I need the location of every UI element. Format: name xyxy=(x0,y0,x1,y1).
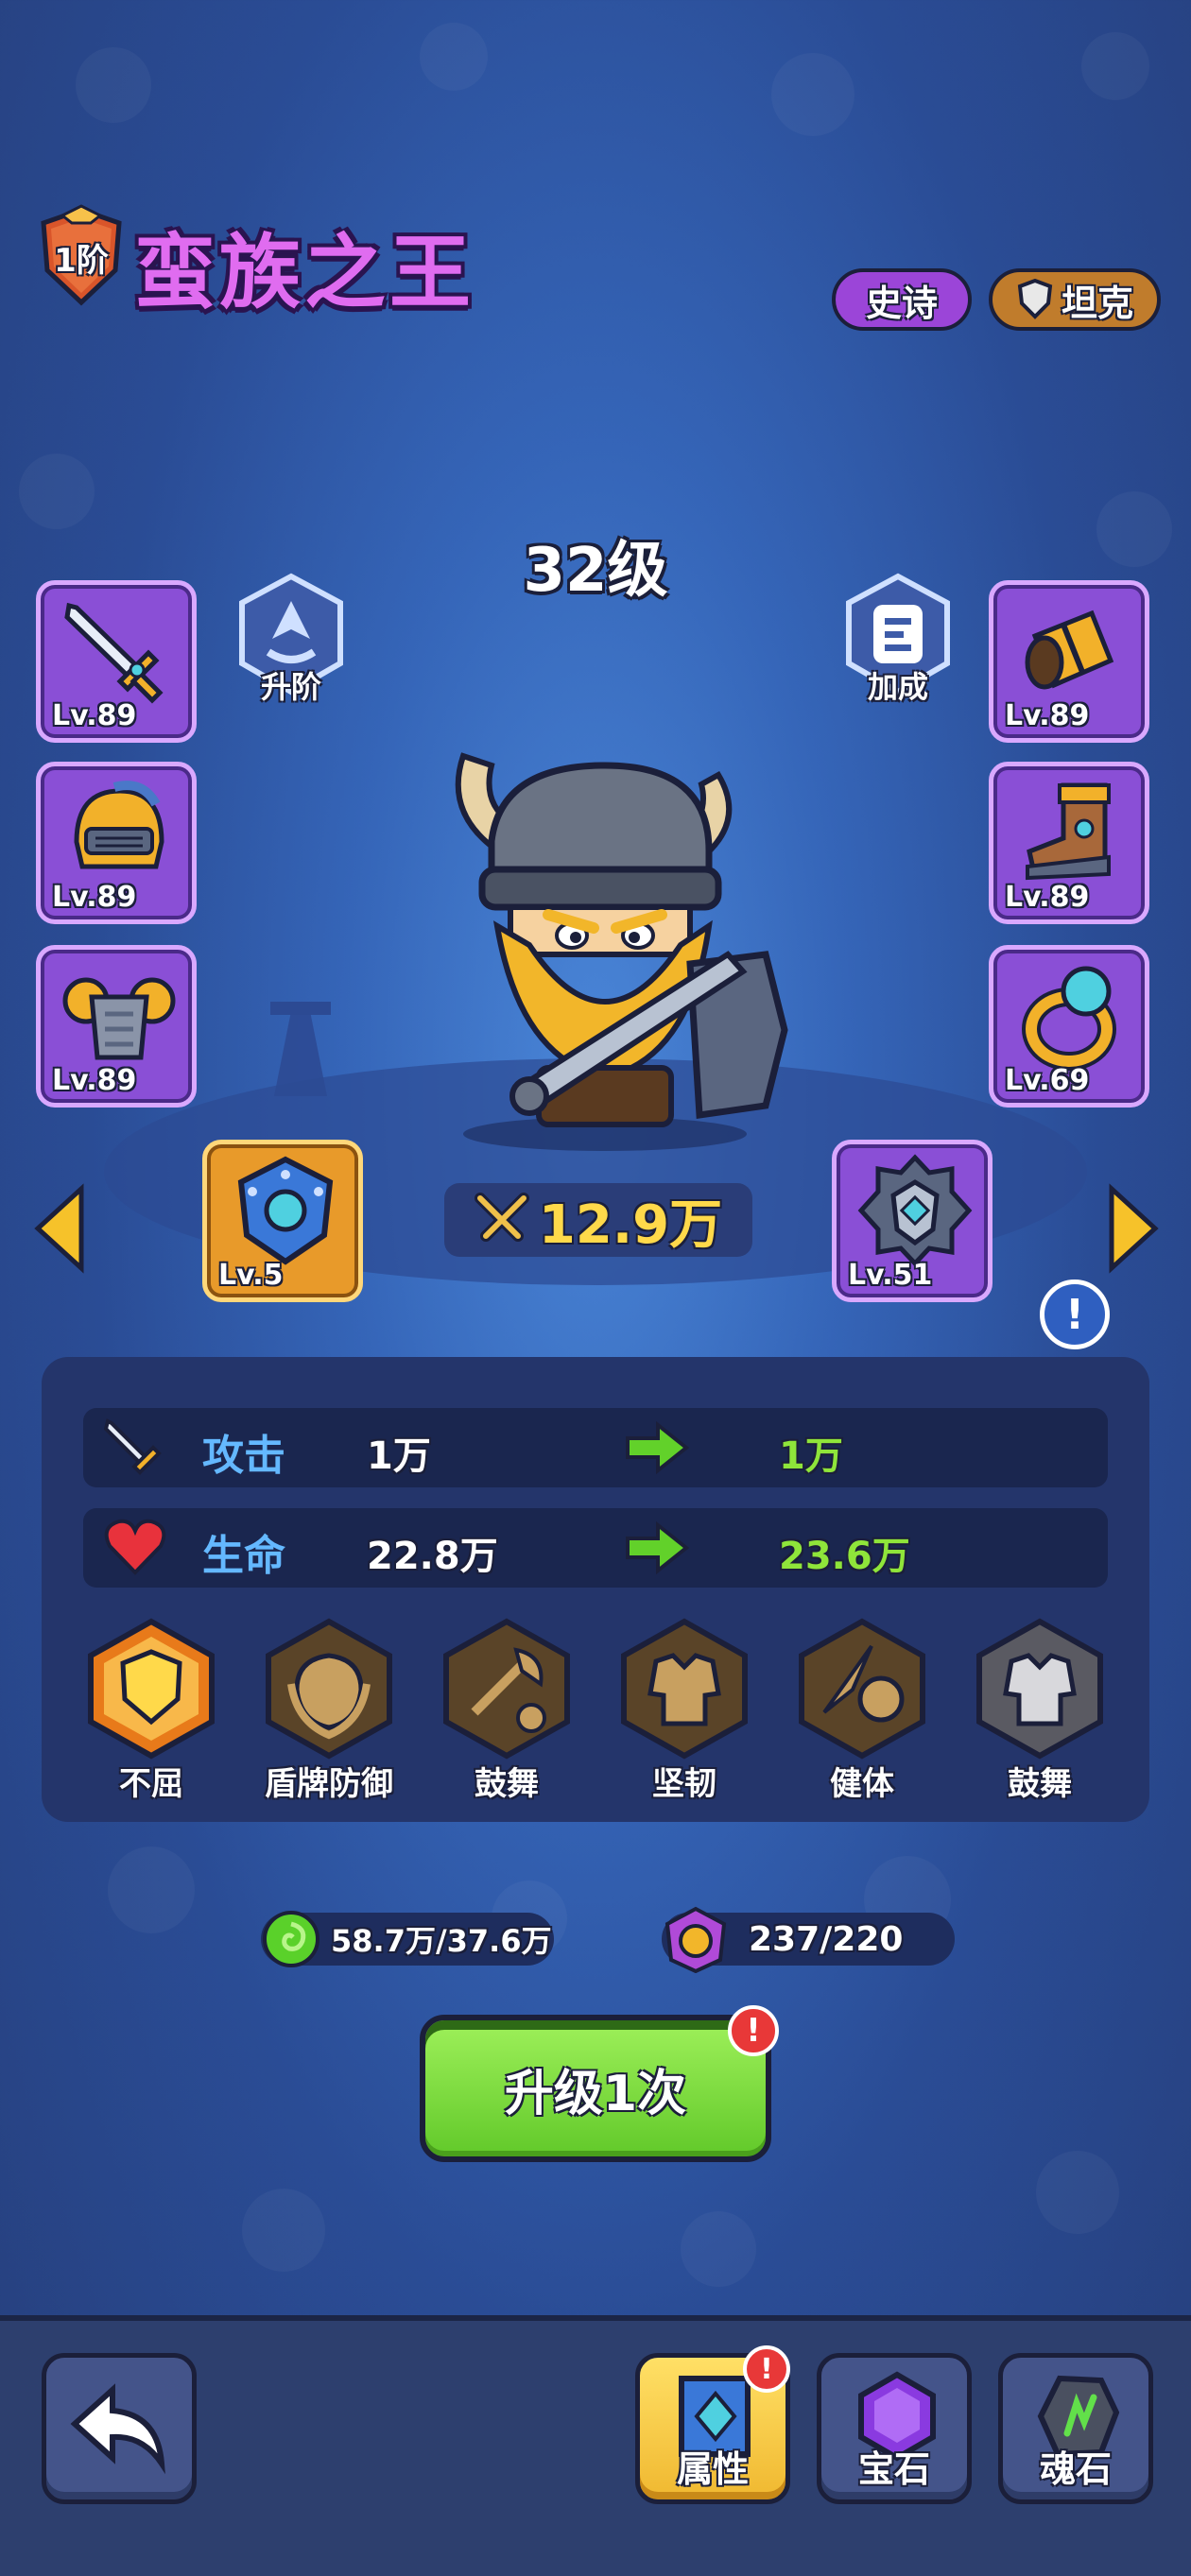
stat-current: 22.8万 xyxy=(367,1535,498,1578)
gold-cost-value: 58.7万/37.6万 xyxy=(331,1923,552,1959)
armor-vest-icon xyxy=(621,1618,748,1760)
stat-row-attack: 攻击 1万 1万 xyxy=(83,1408,1108,1487)
heart-icon xyxy=(104,1519,166,1575)
artifact-slot-right[interactable]: Lv.51 xyxy=(832,1140,992,1302)
skill-slot[interactable]: 鼓舞 xyxy=(440,1618,573,1804)
artifact-slot-left[interactable]: Lv.5 xyxy=(202,1140,363,1302)
ascend-label: 升阶 xyxy=(260,669,321,705)
spiked-shield-icon xyxy=(857,1154,973,1267)
gold-cost: 58.7万/37.6万 xyxy=(261,1911,554,1967)
hero-shard-icon xyxy=(665,1906,727,1973)
skill-slot[interactable]: 鼓舞 xyxy=(974,1618,1106,1804)
bonus-button[interactable]: 加成 xyxy=(841,573,955,705)
equipment-slot-helmet[interactable]: Lv.89 xyxy=(36,762,197,924)
spirit-burst-icon xyxy=(799,1618,925,1760)
skill-name: 健体 xyxy=(830,1765,894,1803)
arrow-right-icon xyxy=(626,1521,690,1574)
combat-power: 12.9万 xyxy=(444,1183,752,1257)
equipment-level: Lv.89 xyxy=(1005,699,1090,732)
ring-icon xyxy=(1022,966,1116,1071)
equipment-level: Lv.89 xyxy=(52,699,137,732)
equipment-level: Lv.69 xyxy=(1005,1064,1090,1097)
upgrade-button[interactable]: 升级1次 xyxy=(420,2015,771,2162)
equipment-level: Lv.89 xyxy=(52,881,137,914)
skill-name: 不屈 xyxy=(119,1765,183,1803)
equipment-slot-ring[interactable]: Lv.69 xyxy=(989,945,1149,1108)
shield-artifact-icon xyxy=(237,1156,334,1265)
skill-name: 坚韧 xyxy=(652,1765,716,1803)
equipment-level: Lv.89 xyxy=(1005,881,1090,914)
prev-hero-arrow-icon[interactable] xyxy=(32,1183,89,1274)
helmet-icon xyxy=(74,781,164,869)
hero-portrait xyxy=(455,752,788,1151)
skill-name: 鼓舞 xyxy=(475,1765,539,1803)
stat-name: 生命 xyxy=(202,1532,285,1580)
equipment-slot-bracer[interactable]: Lv.89 xyxy=(989,580,1149,743)
skill-slot[interactable]: 盾牌防御 xyxy=(263,1618,395,1804)
nav-gems-button[interactable]: 宝石 xyxy=(817,2353,972,2504)
sword-icon xyxy=(64,602,164,704)
hero-shard-cost: 237/220 xyxy=(662,1906,955,1973)
skill-slot[interactable]: 不屈 xyxy=(85,1618,217,1804)
equipment-slot-boots[interactable]: Lv.89 xyxy=(989,762,1149,924)
info-button[interactable]: ! xyxy=(1040,1279,1110,1349)
skill-name: 盾牌防御 xyxy=(265,1765,393,1803)
nav-soulstone-button[interactable]: 魂石 xyxy=(998,2353,1153,2504)
artifact-level: Lv.51 xyxy=(848,1259,933,1292)
green-coin-icon xyxy=(263,1911,319,1967)
boots-icon xyxy=(1026,782,1111,881)
stat-next: 1万 xyxy=(779,1434,843,1478)
alert-badge-icon: ! xyxy=(728,2005,779,2056)
skill-slot[interactable]: 坚韧 xyxy=(618,1618,751,1804)
hero-shard-value: 237/220 xyxy=(749,1919,904,1959)
bracer-icon xyxy=(1025,610,1114,690)
nav-label: 属性 xyxy=(676,2448,749,2490)
role-tag: 坦克 xyxy=(989,268,1161,331)
stat-name: 攻击 xyxy=(202,1432,285,1480)
axe-skull-icon xyxy=(443,1618,570,1760)
rarity-tag: 史诗 xyxy=(832,268,972,331)
crossed-swords-icon xyxy=(474,1193,529,1242)
upgrade-label: 升级1次 xyxy=(504,2065,687,2122)
equipment-slot-armor[interactable]: Lv.89 xyxy=(36,945,197,1108)
hero-name: 蛮族之王 xyxy=(134,226,475,320)
skill-slot[interactable]: 健体 xyxy=(796,1618,928,1804)
info-icon: ! xyxy=(1064,1290,1085,1339)
tier-label: 1阶 xyxy=(54,242,109,280)
combat-power-value: 12.9万 xyxy=(538,1194,723,1256)
stat-row-health: 生命 22.8万 23.6万 xyxy=(83,1508,1108,1588)
nav-label: 宝石 xyxy=(857,2448,930,2490)
stat-current: 1万 xyxy=(367,1434,431,1478)
sword-icon xyxy=(104,1418,162,1475)
ascend-button[interactable]: 升阶 xyxy=(234,573,348,705)
shield-guard-icon xyxy=(266,1618,392,1760)
armor-icon xyxy=(62,977,176,1060)
next-hero-arrow-icon[interactable] xyxy=(1104,1183,1161,1274)
nav-label: 魂石 xyxy=(1039,2448,1112,2490)
equipment-level: Lv.89 xyxy=(52,1064,137,1097)
stat-next: 23.6万 xyxy=(779,1535,910,1578)
skill-name: 鼓舞 xyxy=(1008,1765,1072,1803)
equipment-slot-weapon[interactable]: Lv.89 xyxy=(36,580,197,743)
background-pattern xyxy=(19,23,1172,2287)
shield-icon xyxy=(1017,279,1053,319)
role-label: 坦克 xyxy=(1061,282,1133,324)
arrow-right-icon xyxy=(626,1421,690,1474)
cloth-armor-icon xyxy=(976,1618,1103,1760)
golden-shield-icon xyxy=(88,1618,215,1760)
back-button[interactable] xyxy=(42,2353,197,2504)
alert-badge-icon: ! xyxy=(743,2345,790,2393)
artifact-level: Lv.5 xyxy=(218,1259,284,1292)
bonus-label: 加成 xyxy=(867,669,928,705)
back-arrow-icon xyxy=(70,2383,165,2475)
